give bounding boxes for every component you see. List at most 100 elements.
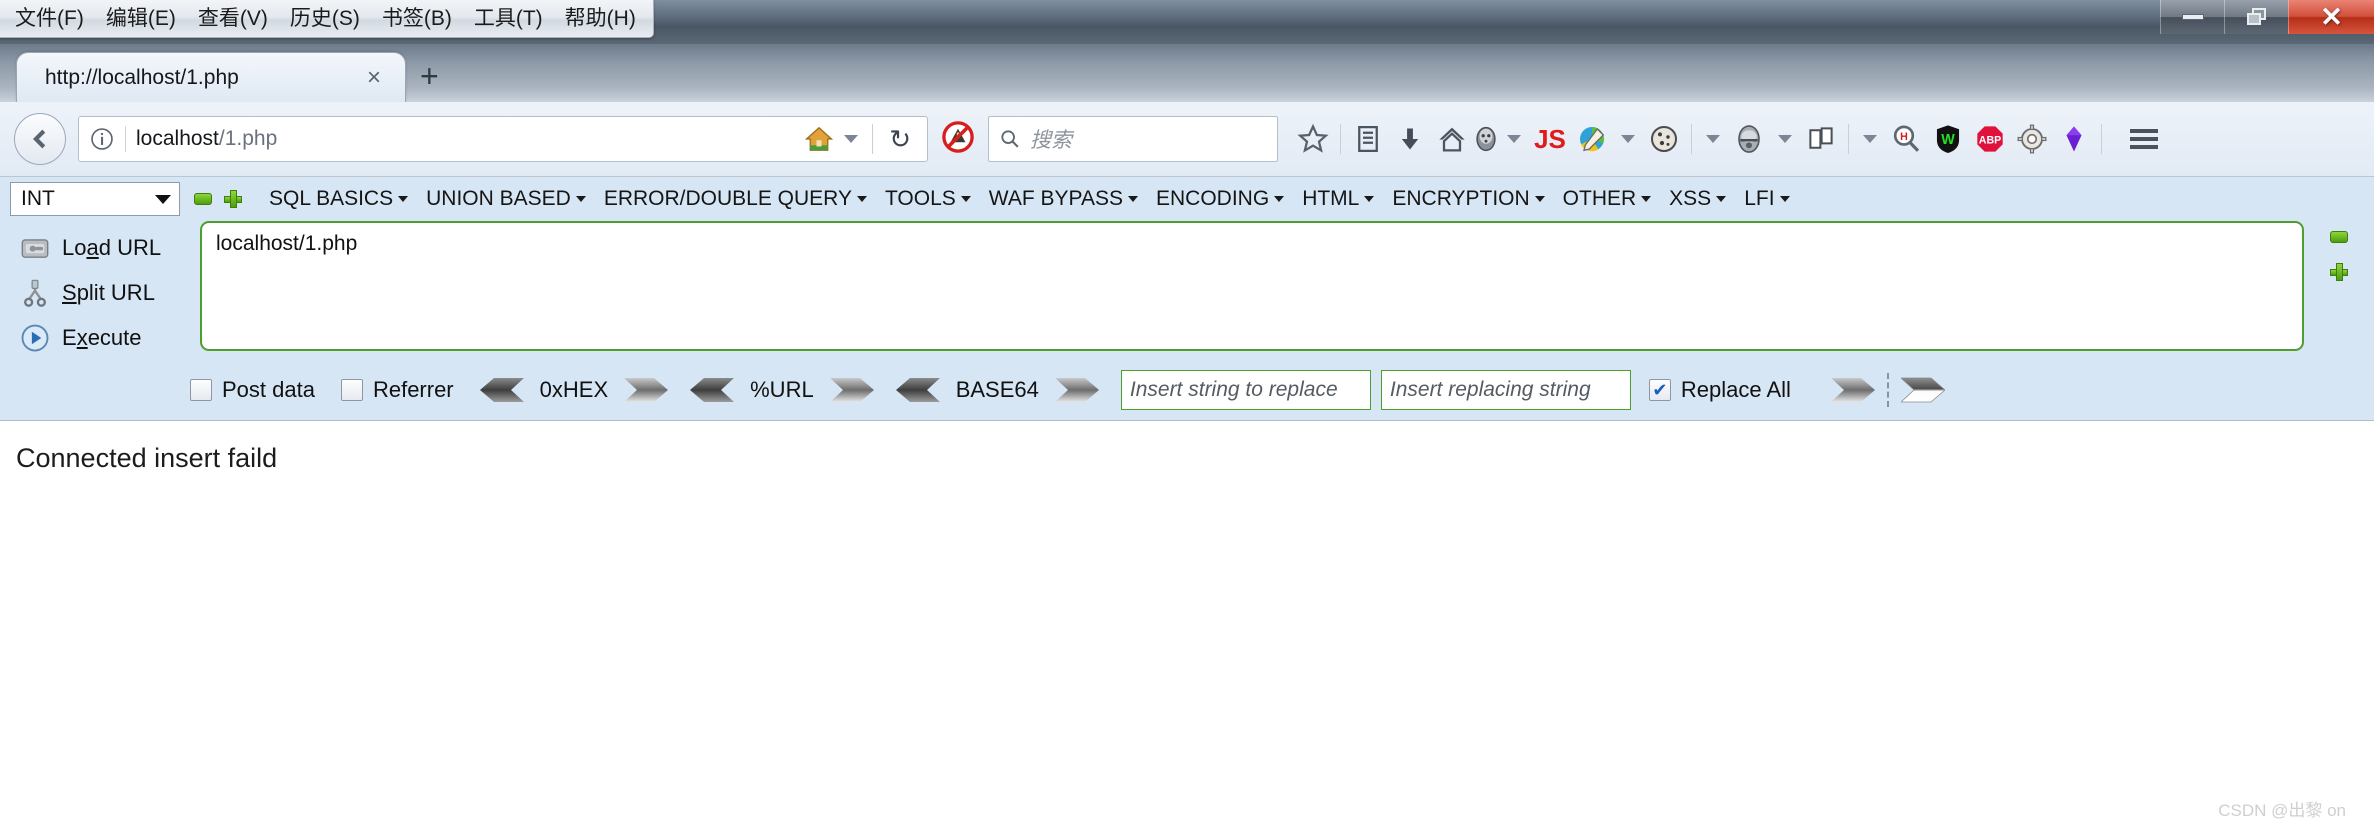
- chevron-down-icon[interactable]: [844, 135, 859, 143]
- close-button[interactable]: ✕: [2288, 0, 2374, 34]
- chevron-down-icon[interactable]: [1778, 135, 1792, 143]
- execute-button[interactable]: Execute: [10, 315, 200, 360]
- replace-to-input[interactable]: Insert replacing string: [1380, 370, 1631, 410]
- library-icon[interactable]: [1347, 116, 1389, 162]
- noscript-icon[interactable]: [940, 119, 976, 160]
- diamond-icon[interactable]: [2053, 116, 2095, 162]
- chevron-down-icon[interactable]: [1621, 135, 1635, 143]
- replace-apply-arrow-icon[interactable]: [1830, 377, 1875, 403]
- menu-tools[interactable]: TOOLS: [876, 183, 980, 215]
- label-pre: Lo: [62, 234, 87, 260]
- url-textarea[interactable]: localhost/1.php: [200, 221, 2304, 351]
- menu-item-history[interactable]: 历史(S): [279, 4, 371, 33]
- menu-hamburger-icon[interactable]: [2122, 116, 2166, 162]
- useragent-icon[interactable]: [1728, 116, 1770, 162]
- hackbar-menus: SQL BASICS UNION BASED ERROR/DOUBLE QUER…: [260, 183, 1799, 215]
- chevron-down-icon[interactable]: [1507, 135, 1521, 143]
- menu-item-edit[interactable]: 编辑(E): [95, 4, 187, 33]
- close-icon[interactable]: ×: [357, 65, 391, 90]
- post-data-checkbox[interactable]: Post data: [190, 377, 315, 403]
- post-data-label: Post data: [222, 377, 315, 402]
- checkbox-box[interactable]: [1648, 379, 1671, 401]
- info-icon[interactable]: [89, 126, 115, 152]
- downloads-icon[interactable]: [1389, 116, 1431, 162]
- gear-icon[interactable]: [2011, 116, 2053, 162]
- decode-arrow-icon[interactable]: [479, 377, 524, 403]
- menu-item-tools[interactable]: 工具(T): [463, 4, 554, 33]
- back-button[interactable]: [14, 113, 66, 165]
- replace-all-checkbox[interactable]: Replace All: [1648, 377, 1791, 403]
- menu-html[interactable]: HTML: [1293, 183, 1383, 215]
- js-toggle-icon[interactable]: JS: [1529, 116, 1571, 162]
- wappalyzer-icon[interactable]: W: [1927, 116, 1969, 162]
- label-key: x: [76, 324, 88, 350]
- page-message: Connected insert faild: [16, 443, 278, 473]
- url-bar[interactable]: localhost/1.php ↻: [78, 116, 928, 162]
- hackbar-actions: Load URL Split URL Execute: [10, 221, 200, 360]
- load-url-button[interactable]: Load URL: [10, 225, 200, 270]
- chevron-down-icon: [1534, 196, 1545, 202]
- plus-button[interactable]: [2330, 263, 2348, 281]
- encode-arrow-icon[interactable]: [829, 377, 874, 403]
- chevron-down-icon[interactable]: [1863, 135, 1877, 143]
- svg-text:W: W: [1941, 132, 1955, 148]
- label-key: a: [86, 234, 99, 260]
- toolbar-divider: [872, 124, 874, 154]
- menu-label: ENCODING: [1156, 187, 1270, 210]
- decode-arrow-icon[interactable]: [895, 377, 940, 403]
- url-path: /1.php: [218, 127, 278, 150]
- adblock-icon[interactable]: ABP: [1969, 116, 2011, 162]
- split-url-button[interactable]: Split URL: [10, 270, 200, 315]
- split-url-label: Split URL: [62, 280, 155, 306]
- menu-label: HTML: [1302, 187, 1360, 210]
- minus-button[interactable]: [2330, 231, 2348, 243]
- new-tab-button[interactable]: +: [406, 60, 453, 102]
- close-icon: ✕: [2320, 1, 2343, 32]
- menu-item-bookmarks[interactable]: 书签(B): [371, 4, 463, 33]
- tab-title: http://localhost/1.php: [45, 65, 239, 89]
- reload-button[interactable]: ↻: [879, 124, 921, 155]
- encode-arrow-icon[interactable]: [1054, 377, 1099, 403]
- home-icon[interactable]: [1431, 116, 1473, 162]
- add-button[interactable]: [224, 190, 242, 208]
- menu-error-double-query[interactable]: ERROR/DOUBLE QUERY: [595, 183, 876, 215]
- options-divider: [1886, 373, 1889, 407]
- menu-item-file[interactable]: 文件(F): [4, 4, 95, 33]
- menu-waf-bypass[interactable]: WAF BYPASS: [980, 183, 1147, 215]
- decode-arrow-icon[interactable]: [690, 377, 735, 403]
- checkbox-box[interactable]: [190, 379, 212, 401]
- restore-button[interactable]: [2224, 0, 2288, 34]
- menu-encryption[interactable]: ENCRYPTION: [1383, 183, 1553, 215]
- checkbox-box[interactable]: [340, 379, 363, 401]
- chevron-down-icon[interactable]: [1706, 135, 1720, 143]
- replace-from-input[interactable]: Insert string to replace: [1120, 370, 1371, 410]
- anonymous-icon[interactable]: [1473, 116, 1499, 162]
- menu-item-help[interactable]: 帮助(H): [554, 4, 647, 33]
- execute-label: Execute: [62, 325, 142, 351]
- encoder-group-url: %URL: [690, 377, 874, 403]
- referrer-checkbox[interactable]: Referrer: [340, 377, 454, 403]
- search-placeholder: 搜索: [1030, 129, 1072, 152]
- menu-other[interactable]: OTHER: [1554, 183, 1661, 215]
- menu-lfi[interactable]: LFI: [1735, 183, 1798, 215]
- menu-union-based[interactable]: UNION BASED: [417, 183, 595, 215]
- hackbar-search-icon[interactable]: H: [1885, 116, 1927, 162]
- star-icon[interactable]: [1292, 116, 1334, 162]
- devtools-icon[interactable]: [1800, 116, 1842, 162]
- menu-item-view[interactable]: 查看(V): [187, 4, 279, 33]
- search-box[interactable]: 搜索: [988, 116, 1278, 162]
- replace-revert-arrow-icon[interactable]: [1900, 377, 1945, 403]
- encode-arrow-icon[interactable]: [624, 377, 669, 403]
- home-bookmark-icon[interactable]: [804, 124, 834, 154]
- url-divider: [125, 126, 126, 152]
- tab-strip: http://localhost/1.php × +: [0, 44, 2374, 102]
- menu-xss[interactable]: XSS: [1660, 183, 1735, 215]
- menu-encoding[interactable]: ENCODING: [1147, 183, 1293, 215]
- tab-active[interactable]: http://localhost/1.php ×: [16, 52, 406, 102]
- minimize-button[interactable]: [2160, 0, 2224, 34]
- collapse-button[interactable]: [194, 193, 212, 205]
- type-select[interactable]: INT: [10, 182, 180, 216]
- menu-sql-basics[interactable]: SQL BASICS: [260, 183, 417, 215]
- cookie-icon[interactable]: [1643, 116, 1685, 162]
- colorzilla-icon[interactable]: [1571, 116, 1613, 162]
